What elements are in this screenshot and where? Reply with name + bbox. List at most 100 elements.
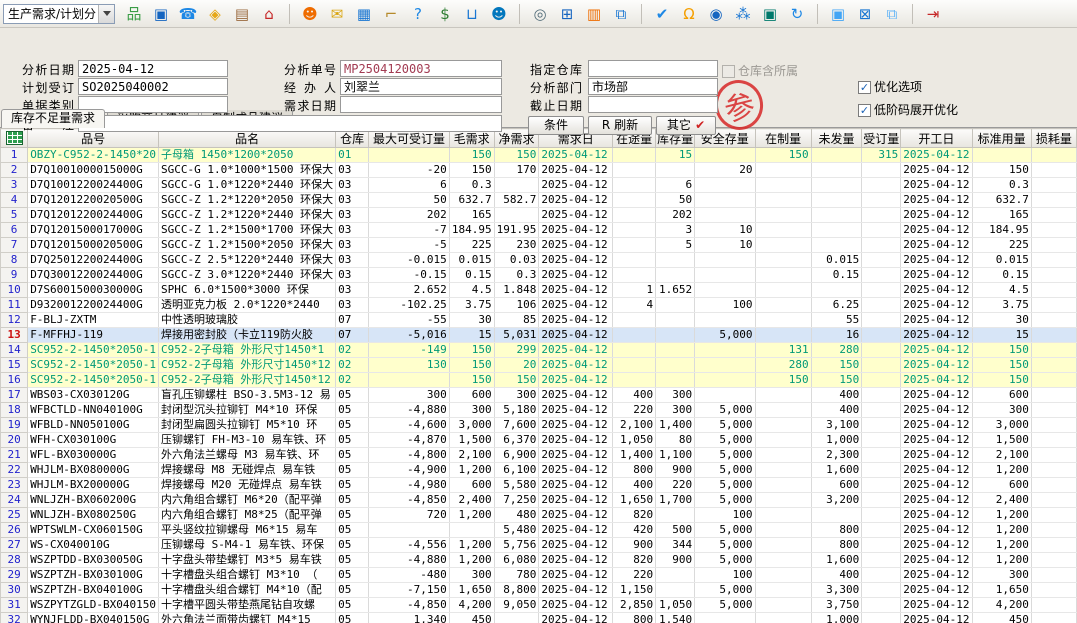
cell[interactable]: 1,000 <box>811 433 862 448</box>
cell[interactable]: 2,850 <box>613 598 656 613</box>
cell[interactable]: 焊接螺母 M20 无碰焊点 易车铁 <box>159 478 336 493</box>
cell[interactable] <box>755 418 811 433</box>
cell[interactable]: -0.015 <box>369 253 450 268</box>
cell[interactable]: 2025-04-12 <box>539 268 613 283</box>
cell[interactable] <box>755 508 811 523</box>
cell[interactable]: 5,000 <box>695 538 755 553</box>
optimize-option-checkbox[interactable] <box>858 81 871 94</box>
table-row[interactable]: 30WSZPTZH-BX040100G十字槽盘头组合螺钉 M4*10（配05-7… <box>1 583 1077 598</box>
cell[interactable] <box>972 148 1031 163</box>
col-header[interactable]: 损耗量 <box>1031 129 1076 148</box>
cell[interactable]: 150 <box>972 373 1031 388</box>
cell[interactable]: 55 <box>811 313 862 328</box>
table-row[interactable]: 24WNLJZH-BX060200G内六角组合螺钉 M6*20（配平弹05-4,… <box>1 493 1077 508</box>
cell[interactable] <box>755 388 811 403</box>
cell[interactable]: 03 <box>336 193 369 208</box>
cell[interactable]: 165 <box>449 208 494 223</box>
row-number[interactable]: 23 <box>1 478 28 493</box>
network-icon[interactable]: ⁂ <box>733 4 753 24</box>
cell[interactable] <box>656 568 695 583</box>
cell[interactable]: 1,200 <box>972 538 1031 553</box>
cell[interactable]: 5,000 <box>695 328 755 343</box>
cell[interactable]: -5,016 <box>369 328 450 343</box>
cell[interactable]: 十字槽盘头组合螺钉 M3*10 （ <box>159 568 336 583</box>
cell[interactable]: 191.95 <box>494 223 539 238</box>
cell[interactable] <box>862 343 901 358</box>
cell[interactable]: 3,100 <box>811 418 862 433</box>
cell[interactable]: 6 <box>369 178 450 193</box>
cell[interactable]: WFBCTLD-NN040100G <box>28 403 159 418</box>
cell[interactable]: 05 <box>336 598 369 613</box>
money-icon[interactable]: $ <box>435 4 455 24</box>
chevron-down-icon[interactable] <box>98 5 114 23</box>
users-icon[interactable]: ☻ <box>300 4 320 24</box>
cell[interactable]: 2025-04-12 <box>539 478 613 493</box>
col-header[interactable]: 在制量 <box>755 129 811 148</box>
row-number[interactable]: 32 <box>1 613 28 623</box>
cell[interactable]: WNLJZH-BX080250G <box>28 508 159 523</box>
cell[interactable] <box>862 418 901 433</box>
cell[interactable] <box>695 178 755 193</box>
cell[interactable]: 2025-04-12 <box>901 583 972 598</box>
cell[interactable] <box>755 208 811 223</box>
cell[interactable] <box>1031 448 1076 463</box>
cell[interactable]: 5,000 <box>695 433 755 448</box>
remark-input[interactable] <box>78 115 502 132</box>
cell[interactable]: 480 <box>494 508 539 523</box>
cell[interactable]: WHJLM-BX080000G <box>28 463 159 478</box>
cell[interactable]: 184.95 <box>972 223 1031 238</box>
cell[interactable]: 1,000 <box>811 613 862 623</box>
cell[interactable]: 2025-04-12 <box>901 388 972 403</box>
cell[interactable] <box>1031 373 1076 388</box>
cell[interactable]: 十字槽平圆头带垫燕尾钻自攻螺 <box>159 598 336 613</box>
cell[interactable]: C952-2子母箱 外形尺寸1450*12 <box>159 373 336 388</box>
cell[interactable]: 300 <box>972 568 1031 583</box>
cart-icon[interactable]: ⊔ <box>462 4 482 24</box>
cell[interactable] <box>656 583 695 598</box>
row-number[interactable]: 24 <box>1 493 28 508</box>
cell[interactable]: 150 <box>494 373 539 388</box>
cell[interactable]: 05 <box>336 463 369 478</box>
cell[interactable]: 封闭型扁圆头拉铆钉 M5*10 环 <box>159 418 336 433</box>
table-row[interactable]: 5D7Q1201220024400GSGCC-Z 1.2*1220*2440 环… <box>1 208 1077 223</box>
cell[interactable] <box>1031 463 1076 478</box>
cell[interactable] <box>862 598 901 613</box>
cell[interactable]: 1,200 <box>972 523 1031 538</box>
cell[interactable]: 1,650 <box>972 583 1031 598</box>
cell[interactable]: 10 <box>695 223 755 238</box>
cell[interactable]: 2,100 <box>613 418 656 433</box>
cell[interactable]: 2025-04-12 <box>901 553 972 568</box>
report-icon[interactable]: ◎ <box>530 4 550 24</box>
cell[interactable]: WBS03-CX030120G <box>28 388 159 403</box>
cell[interactable] <box>862 178 901 193</box>
cell[interactable] <box>613 148 656 163</box>
cell[interactable]: 1,600 <box>811 463 862 478</box>
table-row[interactable]: 10D7S6001500030000GSPHC 6.0*1500*3000 环保… <box>1 283 1077 298</box>
cell[interactable]: 05 <box>336 583 369 598</box>
cell[interactable] <box>369 148 450 163</box>
table-row[interactable]: 26WPTSWLM-CX060150G平头竖纹拉铆螺母 M6*15 易车055,… <box>1 523 1077 538</box>
table-row[interactable]: 8D7Q2501220024400GSGCC-Z 2.5*1220*2440 环… <box>1 253 1077 268</box>
row-number[interactable]: 7 <box>1 238 28 253</box>
cell[interactable] <box>862 583 901 598</box>
cell[interactable]: D7Q1201220024400G <box>28 208 159 223</box>
cell[interactable]: 450 <box>972 613 1031 623</box>
cell[interactable] <box>656 298 695 313</box>
table-row[interactable]: 32WYNJFLDD-BX040150G外六角法兰面带齿螺钉 M4*15051,… <box>1 613 1077 623</box>
cell[interactable]: D932001220024400G <box>28 298 159 313</box>
cell[interactable]: 600 <box>811 478 862 493</box>
cell[interactable]: 1,500 <box>972 433 1031 448</box>
cell[interactable] <box>494 208 539 223</box>
cell[interactable]: 外六角法兰螺母 M3 易车铁、环 <box>159 448 336 463</box>
check-icon[interactable]: ✔ <box>652 4 672 24</box>
cell[interactable]: -55 <box>369 313 450 328</box>
cell[interactable] <box>1031 223 1076 238</box>
cell[interactable]: 170 <box>494 163 539 178</box>
cell[interactable]: 300 <box>449 403 494 418</box>
cell[interactable]: 03 <box>336 238 369 253</box>
cell[interactable]: 4.5 <box>972 283 1031 298</box>
cell[interactable]: 2025-04-12 <box>539 433 613 448</box>
cell[interactable] <box>494 178 539 193</box>
cell[interactable]: 2025-04-12 <box>901 478 972 493</box>
cell[interactable]: 400 <box>613 388 656 403</box>
